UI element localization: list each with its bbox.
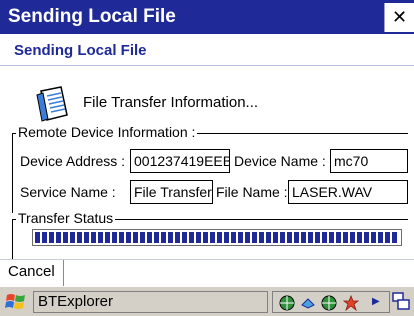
close-button[interactable]: ✕ (384, 3, 414, 32)
tray-expand-icon[interactable]: ▶ (372, 296, 380, 307)
file-name-field[interactable]: LASER.WAV (288, 180, 408, 204)
network-globe-icon[interactable] (279, 295, 295, 311)
transfer-status-label: Transfer Status (16, 210, 116, 226)
transfer-progress-bar (32, 229, 402, 246)
connectivity-icon[interactable] (300, 295, 316, 311)
page-title: Sending Local File (14, 42, 147, 59)
device-address-field[interactable]: 001237419EEB (130, 149, 230, 173)
window-title: Sending Local File (8, 6, 176, 27)
system-tray: ▶ (272, 291, 390, 313)
remote-device-group-label: Remote Device Information : (16, 124, 198, 140)
star-status-icon[interactable] (343, 295, 359, 311)
device-name-label: Device Name : (234, 153, 326, 169)
transfer-progress-fill (35, 232, 399, 243)
device-name-field[interactable]: mc70 (330, 149, 408, 173)
title-bar: Sending Local File ✕ (0, 0, 414, 34)
window-switch-icon[interactable] (392, 292, 410, 310)
sync-globe-icon[interactable] (321, 295, 337, 311)
file-transfer-icon (36, 86, 68, 122)
active-app-label[interactable]: BTExplorer (33, 291, 268, 313)
menu-bar: Cancel (0, 259, 414, 287)
page-header: Sending Local File (0, 34, 414, 66)
file-name-label: File Name : (216, 184, 288, 200)
info-text: File Transfer Information... (83, 94, 259, 111)
windows-start-icon[interactable] (5, 292, 27, 312)
cancel-button[interactable]: Cancel (0, 260, 64, 287)
device-address-label: Device Address : (20, 153, 126, 169)
close-icon: ✕ (391, 7, 408, 27)
taskbar: BTExplorer ▶ (0, 286, 414, 316)
service-name-field[interactable]: File Transfer (130, 180, 213, 204)
service-name-label: Service Name : (20, 184, 116, 200)
